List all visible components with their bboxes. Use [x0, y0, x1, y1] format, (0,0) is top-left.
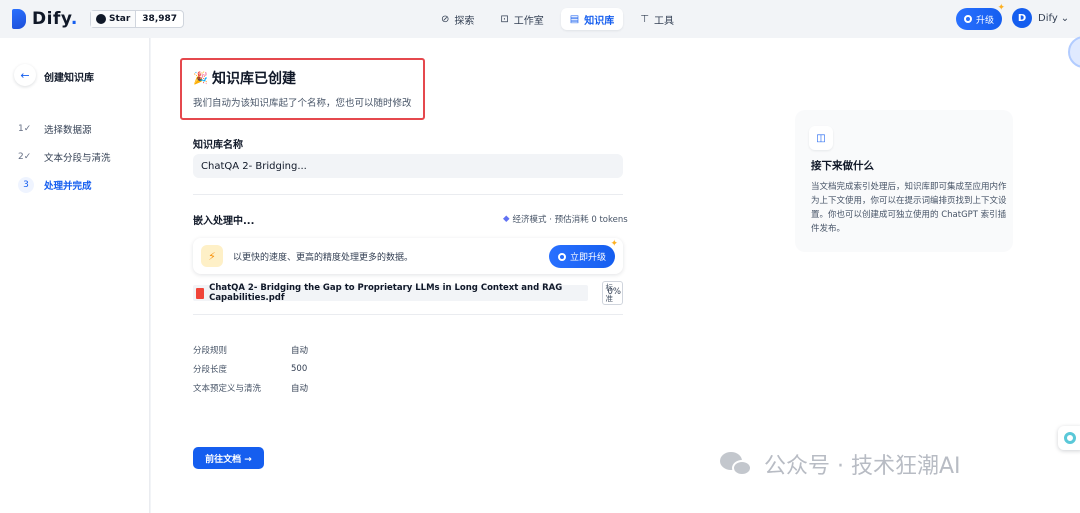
sparkle-icon: ✦ [610, 239, 618, 249]
tool-icon: ⊤ [640, 13, 649, 25]
next-steps-title: 接下来做什么 [811, 160, 874, 172]
step-number-indicator: 3 [18, 177, 34, 193]
ring-icon [1064, 432, 1076, 444]
arrow-left-icon: ← [20, 68, 30, 82]
wechat-icon [720, 450, 754, 478]
embedding-status-title: 嵌入处理中... [193, 216, 255, 227]
divider [193, 314, 623, 315]
user-menu[interactable]: D Dify ⌄ [1012, 8, 1069, 28]
avatar: D [1012, 8, 1032, 28]
dify-logo-icon [12, 9, 26, 29]
upgrade-now-button[interactable]: 立即升级 ✦ [548, 239, 618, 268]
kb-name-label: 知识库名称 [193, 140, 243, 151]
main-nav: ⊘ 探索 ⊡ 工作室 ▤ 知识库 ⊤ 工具 [432, 8, 683, 30]
upgrade-promo-card: ⚡ 以更快的速度、更高的精度处理更多的数据。 立即升级 ✦ [193, 238, 623, 274]
next-steps-body: 当文档完成索引处理后，知识库即可集成至应用内作为上下文使用，你可以在提示词编排页… [811, 182, 1007, 234]
github-star-count: 38,987 [142, 14, 178, 24]
cube-icon: ◆ [503, 214, 510, 224]
file-progress-percent: 0% [607, 287, 622, 297]
step-select-source: 1✓ 选择数据源 [18, 124, 92, 136]
github-star-label: Star [109, 14, 131, 24]
floating-widget-button[interactable] [1058, 426, 1080, 450]
promo-text: 以更快的速度、更高的精度处理更多的数据。 [233, 252, 414, 263]
page-title: 🎉 知识库已创建 [193, 71, 296, 87]
embedding-meta: ◆ 经济模式 · 预估消耗 0 tokens [503, 214, 628, 225]
dify-logo[interactable]: Dify. [12, 9, 78, 29]
robot-icon: ⊡ [500, 13, 509, 25]
party-popper-icon: 🎉 [193, 71, 208, 85]
step-check-indicator: 1✓ [18, 124, 32, 134]
step-check-indicator: 2✓ [18, 152, 32, 162]
divider [193, 194, 623, 195]
processing-params: 分段规则 自动 分段长度 500 文本预定义与清洗 自动 [193, 340, 308, 397]
nav-explore[interactable]: ⊘ 探索 [432, 8, 483, 30]
go-to-documents-button[interactable]: 前往文档 → [193, 447, 264, 469]
file-name: ChatQA 2- Bridging the Gap to Proprietar… [209, 283, 563, 303]
github-icon [96, 14, 106, 24]
header-upgrade-button[interactable]: 升级 ✦ [956, 3, 1005, 30]
kb-name-input[interactable]: ChatQA 2- Bridging... [193, 154, 623, 178]
github-star-button[interactable]: Star 38,987 [90, 10, 185, 28]
upgrade-icon [557, 252, 566, 261]
step-process-finish: 3 处理并完成 [18, 177, 92, 193]
next-steps-card: ◫ 接下来做什么 当文档完成索引处理后，知识库即可集成至应用内作为上下文使用，你… [795, 110, 1013, 252]
top-header: Dify. Star 38,987 ⊘ 探索 ⊡ 工作室 ▤ 知识库 ⊤ 工具 … [0, 0, 1080, 38]
upgrade-icon [964, 15, 972, 23]
param-row: 文本预定义与清洗 自动 [193, 383, 309, 394]
watermark: 公众号 · 技术狂潮AI [720, 448, 961, 480]
nav-studio[interactable]: ⊡ 工作室 [491, 8, 552, 30]
sparkle-icon: ✦ [997, 3, 1006, 13]
param-row: 分段规则 自动 [193, 345, 309, 356]
page-subtitle: 我们自动为该知识库起了个名称，您也可以随时修改 [193, 98, 412, 109]
main-content: 🎉 知识库已创建 我们自动为该知识库起了个名称，您也可以随时修改 知识库名称 C… [151, 38, 1080, 513]
back-button[interactable]: ← [14, 64, 36, 86]
user-name: Dify [1038, 12, 1058, 24]
nav-tools[interactable]: ⊤ 工具 [631, 8, 683, 30]
sidebar-title: 创建知识库 [44, 73, 94, 84]
param-row: 分段长度 500 [193, 363, 308, 375]
book-open-icon: ◫ [809, 126, 833, 150]
pdf-file-icon [196, 287, 205, 299]
file-progress-row: ChatQA 2- Bridging the Gap to Proprietar… [193, 281, 623, 305]
nav-knowledge[interactable]: ▤ 知识库 [560, 8, 624, 30]
book-icon: ▤ [569, 13, 580, 25]
brand-name: Dify [32, 9, 71, 29]
lightning-icon: ⚡ [201, 245, 223, 267]
step-segment-clean: 2✓ 文本分段与清洗 [18, 152, 111, 164]
chevron-down-icon: ⌄ [1060, 12, 1070, 24]
compass-icon: ⊘ [441, 13, 450, 25]
steps-sidebar: ← 创建知识库 1✓ 选择数据源 2✓ 文本分段与清洗 3 处理并完成 [0, 38, 150, 513]
